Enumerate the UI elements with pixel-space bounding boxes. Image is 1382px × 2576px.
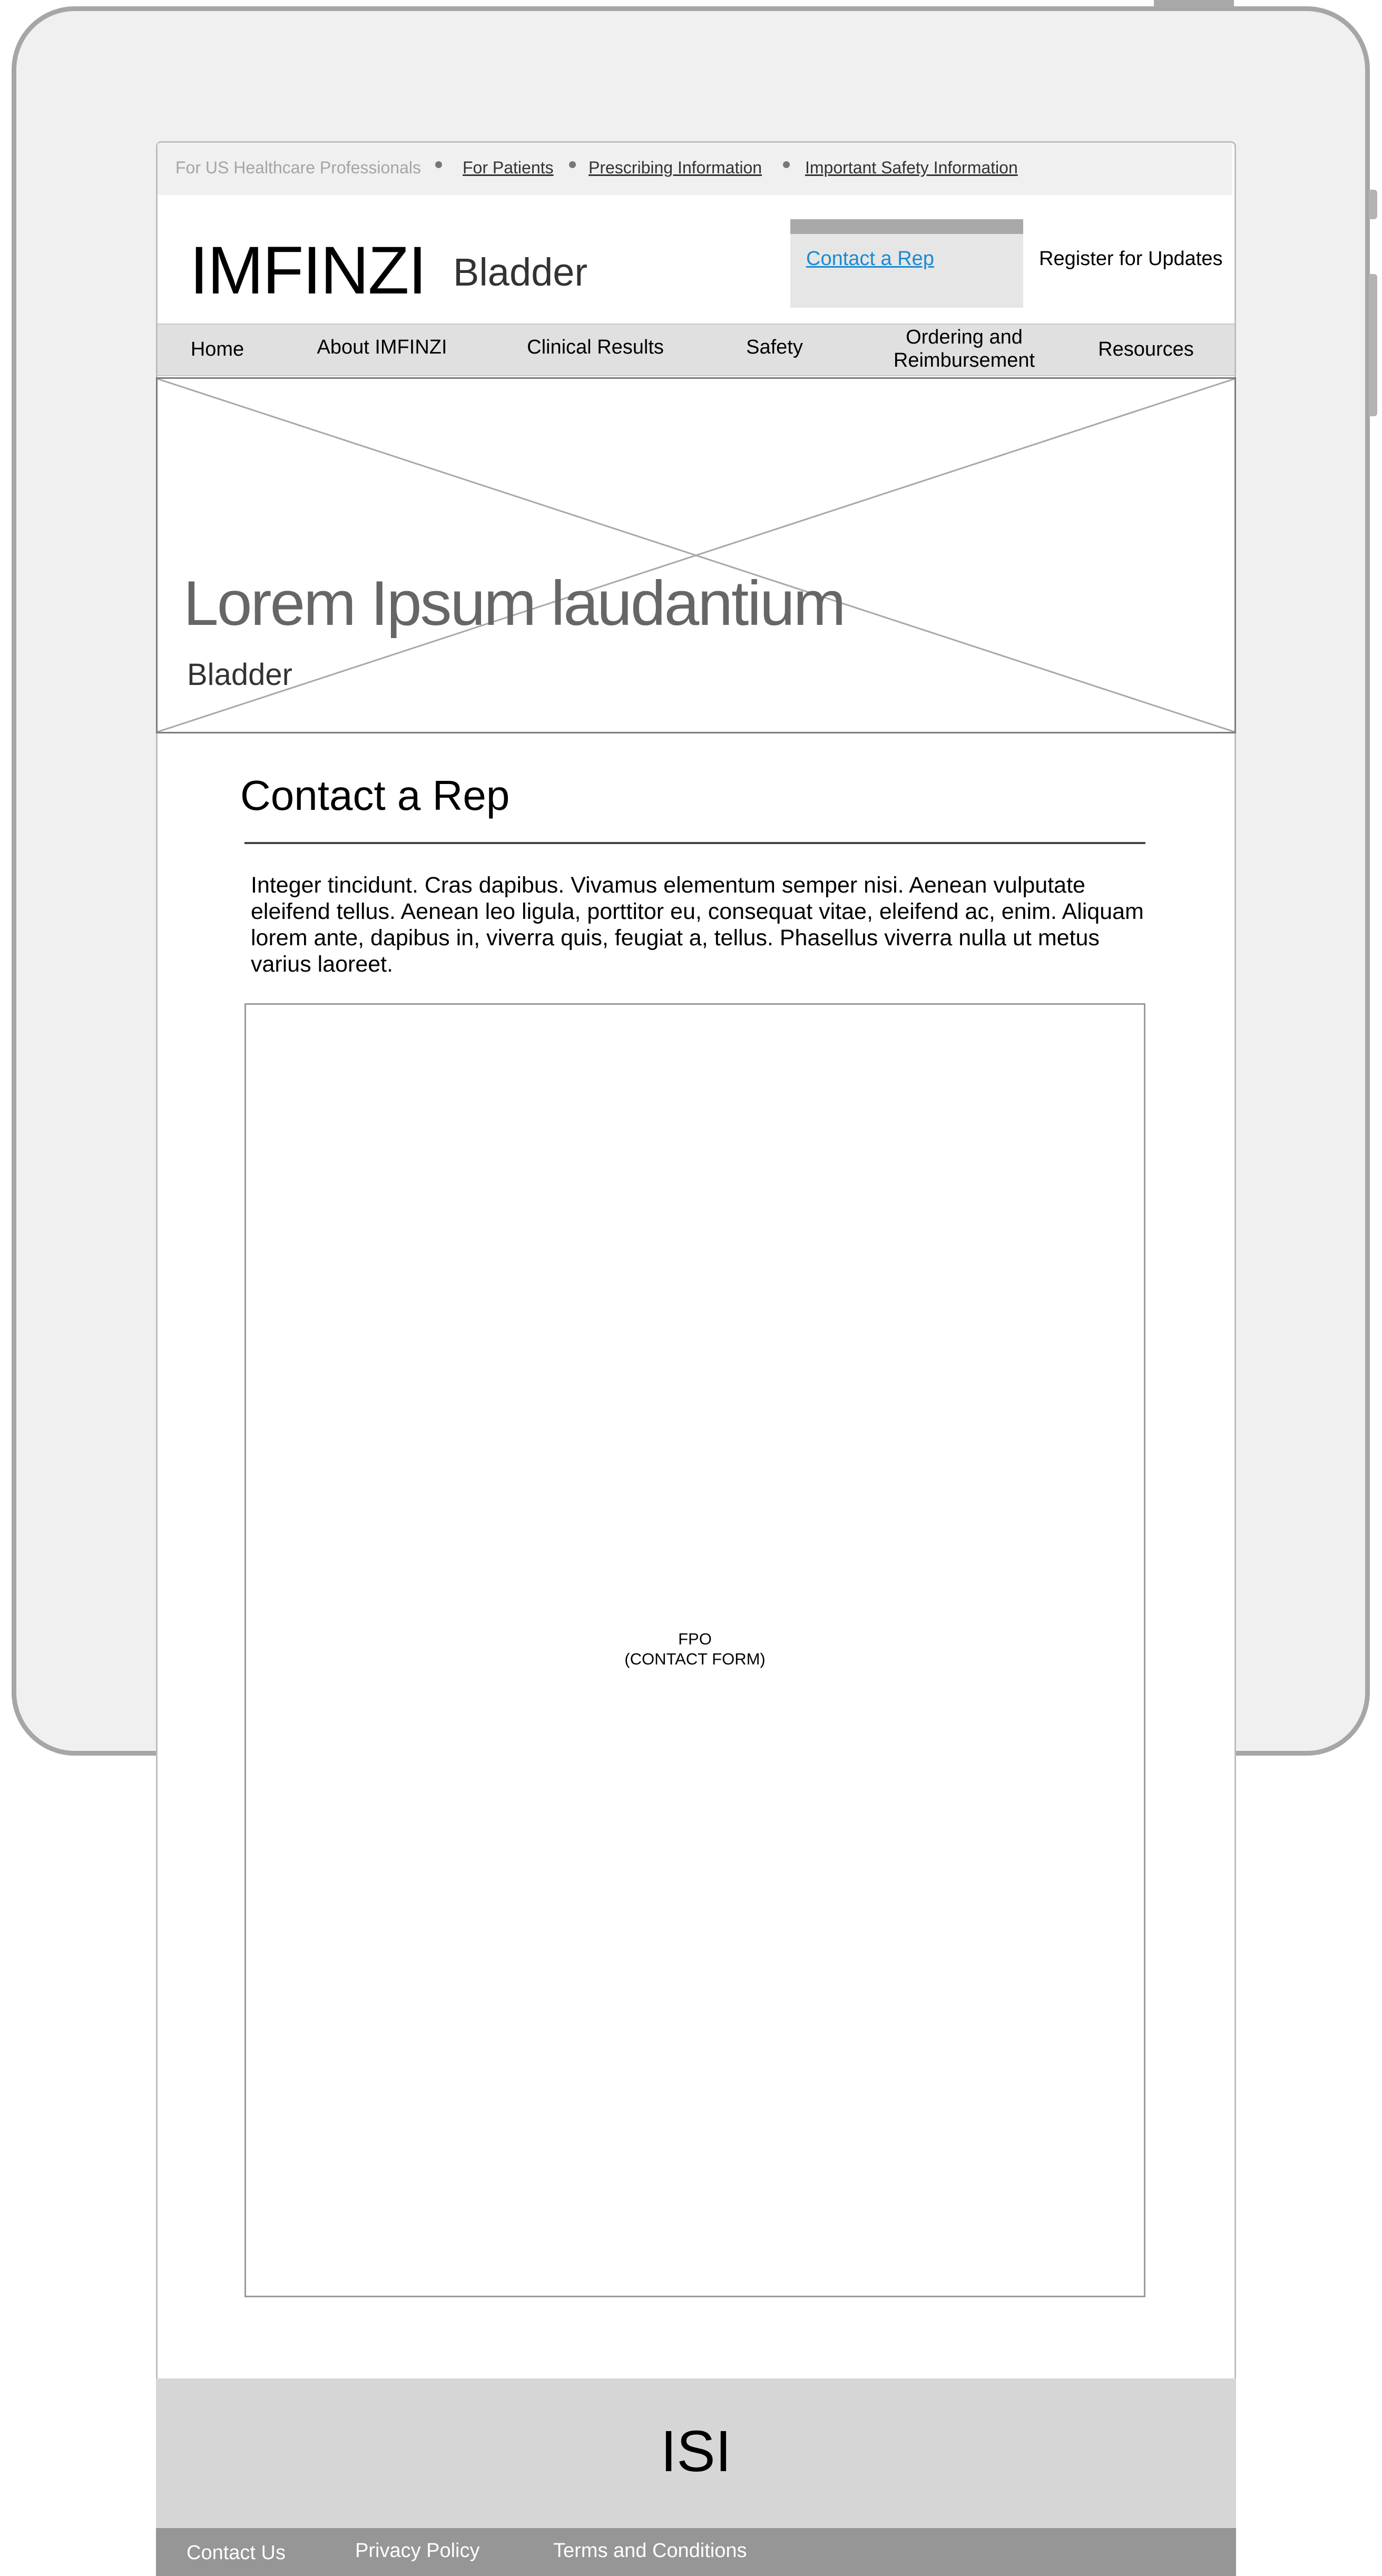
contact-rep-link[interactable]: Contact a Rep bbox=[806, 248, 934, 270]
contact-form-placeholder-label: FPO (CONTACT FORM) bbox=[244, 1629, 1145, 1669]
register-for-updates-link[interactable]: Register for Updates bbox=[1039, 248, 1223, 270]
image-placeholder-cross bbox=[158, 379, 1234, 732]
nav-item-home[interactable]: Home bbox=[179, 338, 256, 361]
hero-subtitle: Bladder bbox=[187, 658, 292, 692]
for-patients-link[interactable]: For Patients bbox=[463, 158, 554, 178]
contact-form-label: (CONTACT FORM) bbox=[624, 1650, 766, 1668]
footer-contact-us-link[interactable]: Contact Us bbox=[187, 2543, 286, 2563]
hero-title: Lorem Ipsum laudantium bbox=[183, 568, 846, 639]
prescribing-information-link[interactable]: Prescribing Information bbox=[589, 158, 762, 178]
brand-indication: Bladder bbox=[453, 250, 588, 294]
fpo-label: FPO bbox=[678, 1630, 712, 1648]
nav-item-clinical-results[interactable]: Clinical Results bbox=[519, 336, 672, 359]
important-safety-information-link[interactable]: Important Safety Information bbox=[805, 158, 1018, 178]
utility-separator bbox=[783, 161, 790, 168]
nav-item-ordering-reimbursement[interactable]: Ordering and Reimbursement bbox=[875, 326, 1054, 372]
contact-rep-panel-bar bbox=[790, 219, 1023, 234]
utility-separator bbox=[569, 161, 576, 168]
page-title: Contact a Rep bbox=[240, 772, 510, 819]
brand-logo[interactable]: IMFINZI bbox=[190, 237, 427, 305]
tablet-side-button bbox=[1369, 190, 1377, 219]
utility-separator bbox=[435, 161, 442, 168]
footer-privacy-policy-link[interactable]: Privacy Policy bbox=[355, 2541, 480, 2561]
audience-label: For US Healthcare Professionals bbox=[175, 158, 421, 177]
footer-terms-link[interactable]: Terms and Conditions bbox=[553, 2541, 747, 2561]
hero-image-placeholder bbox=[156, 377, 1236, 733]
tablet-volume-button bbox=[1369, 274, 1377, 416]
tablet-power-button bbox=[1154, 0, 1234, 7]
title-divider bbox=[244, 842, 1145, 844]
nav-item-resources[interactable]: Resources bbox=[1085, 338, 1207, 361]
nav-item-safety[interactable]: Safety bbox=[732, 336, 817, 359]
nav-item-about[interactable]: About IMFINZI bbox=[306, 336, 458, 359]
isi-heading: ISI bbox=[660, 2419, 732, 2484]
intro-paragraph: Integer tincidunt. Cras dapibus. Vivamus… bbox=[251, 873, 1144, 977]
